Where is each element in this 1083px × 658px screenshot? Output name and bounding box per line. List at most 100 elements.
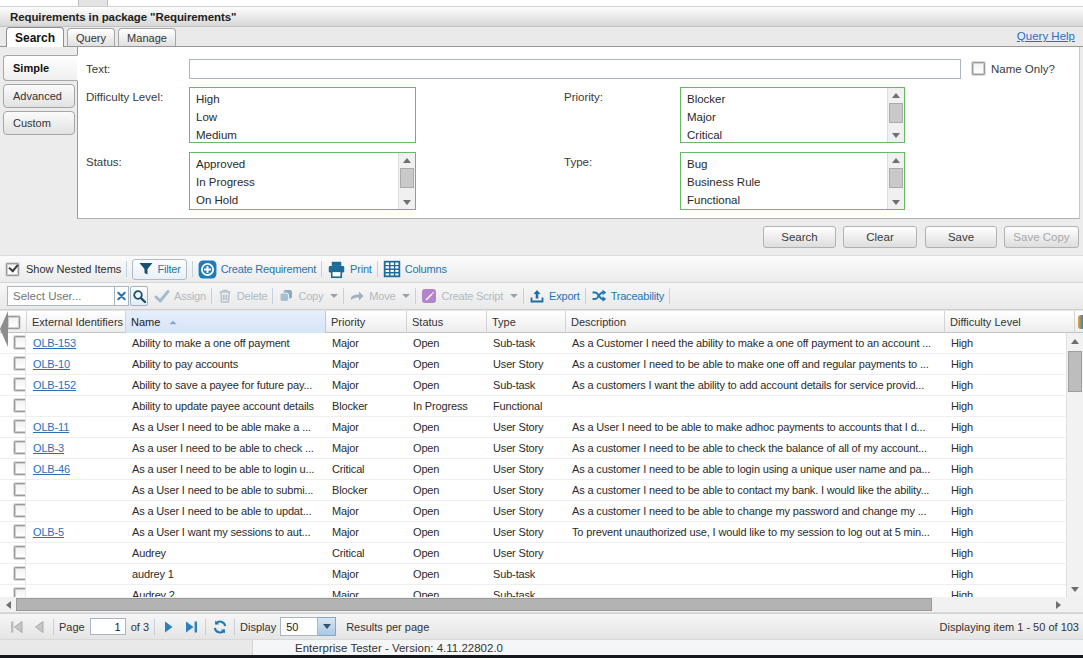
delete-button[interactable]: Delete [217,288,268,304]
scroll-up-icon[interactable] [1067,333,1083,349]
option[interactable]: In Progress [190,173,398,191]
search-user-button[interactable] [130,286,148,306]
refresh-button[interactable] [211,618,229,636]
table-row[interactable]: As a User I need to be able to submi... … [0,480,1066,501]
column-header-external-identifiers[interactable]: External Identifiers [27,311,126,333]
row-checkbox[interactable] [14,399,26,412]
list-scrollbar[interactable] [398,153,415,209]
vertical-scrollbar-thumb[interactable] [1068,351,1082,392]
export-button[interactable]: Export [529,288,580,304]
column-header-description[interactable]: Description [566,311,945,333]
list-scrollbar[interactable] [887,153,904,209]
vertical-scrollbar[interactable] [1066,333,1083,597]
requirement-id-link[interactable]: OLB-152 [33,379,76,391]
table-row[interactable]: Ability to update payee account details … [0,396,1066,417]
type-listbox[interactable]: BugBusiness RuleFunctional [680,152,905,210]
option[interactable]: On Hold [190,191,398,209]
table-row[interactable]: OLB-153 Ability to make a one off paymen… [0,333,1066,354]
row-checkbox[interactable] [14,483,26,496]
side-tab-custom[interactable]: Custom [3,111,75,135]
assign-button[interactable]: Assign [154,288,206,304]
column-header-status[interactable]: Status [407,311,487,333]
horizontal-scrollbar[interactable] [0,597,1083,613]
collapse-region-handle[interactable] [0,311,8,347]
row-checkbox[interactable] [14,588,26,597]
scroll-up-icon[interactable] [399,153,415,167]
move-button[interactable]: Move [349,288,410,304]
column-header-type[interactable]: Type [487,311,566,333]
print-button[interactable]: Print [327,260,372,279]
table-row[interactable]: OLB-46 As a user I need to be able to lo… [0,459,1066,480]
scroll-up-icon[interactable] [888,88,904,102]
page-first-button[interactable] [8,618,26,636]
row-checkbox[interactable] [14,546,26,559]
option[interactable]: Major [681,108,887,126]
row-checkbox[interactable] [14,441,26,454]
row-checkbox[interactable] [14,357,26,370]
requirement-id-link[interactable]: OLB-10 [33,358,70,370]
filter-button[interactable]: Filter [132,259,186,280]
option[interactable]: Medium [190,126,415,142]
clear-button[interactable]: Clear [843,226,917,248]
page-prev-button[interactable] [30,618,48,636]
table-row[interactable]: OLB-5 As a User I want my sessions to au… [0,522,1066,543]
scrollbar-thumb[interactable] [889,103,903,123]
show-nested-items-checkbox[interactable] [6,263,19,276]
scroll-right-icon[interactable] [1050,597,1066,612]
tab-query[interactable]: Query [67,28,115,46]
copy-button[interactable]: Copy [278,288,338,304]
table-row[interactable]: OLB-152 Ability to save a payee for futu… [0,375,1066,396]
requirement-id-link[interactable]: OLB-5 [33,526,64,538]
table-row[interactable]: OLB-10 Ability to pay accounts Major Ope… [0,354,1066,375]
row-checkbox[interactable] [14,504,26,517]
page-number-input[interactable] [90,618,126,635]
column-header-priority[interactable]: Priority [326,311,407,333]
option[interactable]: Bug [681,155,887,173]
create-script-button[interactable]: Create Script [421,288,518,304]
option[interactable]: Blocker [681,90,887,108]
list-scrollbar[interactable] [887,88,904,142]
option[interactable]: Business Rule [681,173,887,191]
requirement-id-link[interactable]: OLB-153 [33,337,76,349]
search-button[interactable]: Search [763,226,836,248]
priority-listbox[interactable]: BlockerMajorCritical [680,87,905,143]
query-help-link[interactable]: Query Help [1017,30,1075,42]
table-row[interactable]: As a User I need to be able to updat... … [0,501,1066,522]
row-checkbox[interactable] [14,525,26,538]
table-row[interactable]: Audrey 2 Major Open Sub-task High [0,585,1066,597]
scroll-down-icon[interactable] [888,128,904,142]
text-input[interactable] [189,59,961,79]
traceability-button[interactable]: Traceability [591,288,664,304]
option[interactable]: High [190,90,415,108]
tab-search[interactable]: Search [6,27,64,47]
table-row[interactable]: OLB-11 As a User I need to be able make … [0,417,1066,438]
clear-user-button[interactable] [115,286,129,306]
table-row[interactable]: audrey 1 Major Open Sub-task High [0,564,1066,585]
save-copy-button[interactable]: Save Copy [1004,226,1079,248]
scroll-left-icon[interactable] [0,597,16,612]
columns-button[interactable]: Columns [383,260,447,278]
column-header-name[interactable]: Name [126,311,326,333]
display-count-select[interactable]: 50 [280,617,336,636]
option[interactable]: Low [190,108,415,126]
option[interactable]: Critical [681,126,887,142]
page-last-button[interactable] [182,618,200,636]
save-button[interactable]: Save [925,226,997,248]
create-requirement-button[interactable]: Create Requirement [198,260,316,279]
status-listbox[interactable]: ApprovedIn ProgressOn Hold [189,152,416,210]
requirement-id-link[interactable]: OLB-3 [33,442,64,454]
tab-manage[interactable]: Manage [118,28,176,46]
page-next-button[interactable] [160,618,178,636]
difficulty-level-listbox[interactable]: HighLowMedium [189,87,416,143]
select-all-checkbox[interactable] [7,316,20,329]
scrollbar-thumb[interactable] [889,168,903,188]
scroll-down-icon[interactable] [399,195,415,209]
option[interactable]: Approved [190,155,398,173]
row-checkbox[interactable] [14,567,26,580]
row-checkbox[interactable] [14,336,26,349]
horizontal-scrollbar-thumb[interactable] [16,598,932,611]
display-dropdown-icon[interactable] [318,617,336,636]
row-checkbox[interactable] [14,420,26,433]
table-row[interactable]: OLB-3 As a user I need to be able to che… [0,438,1066,459]
scroll-down-icon[interactable] [1067,581,1083,597]
